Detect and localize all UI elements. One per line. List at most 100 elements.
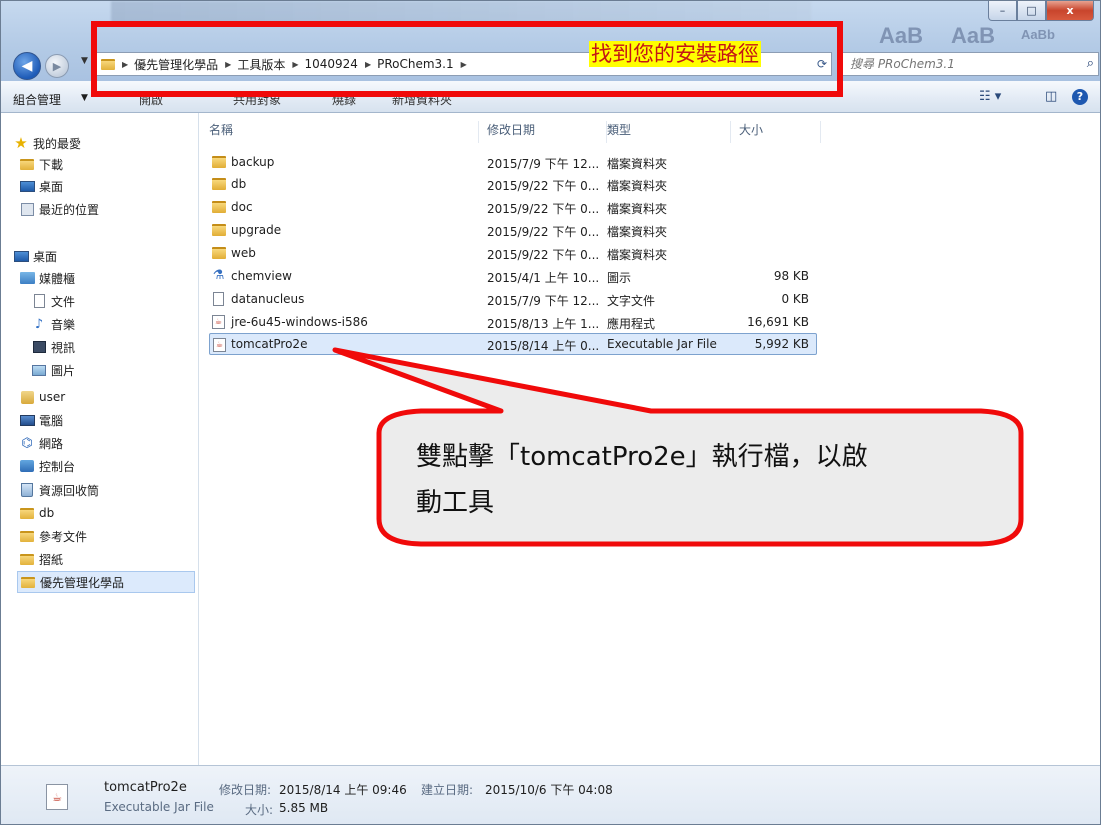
preview-pane-icon[interactable]: ◫ bbox=[1045, 89, 1057, 104]
details-pane: ☕ tomcatPro2e Executable Jar File 修改日期: … bbox=[1, 765, 1100, 824]
file-type: 檔案資料夾 bbox=[607, 225, 668, 239]
star-icon: ★ bbox=[14, 134, 28, 152]
search-icon[interactable]: ⌕ bbox=[1087, 56, 1094, 71]
network-icon: ⌬ bbox=[21, 435, 33, 451]
close-button[interactable]: x bbox=[1046, 1, 1094, 21]
ghost-text-b: AaB bbox=[951, 23, 996, 48]
file-row-jre[interactable]: ☕ jre-6u45-windows-i586 2015/8/13 上午 1..… bbox=[209, 311, 817, 333]
details-created-label: 建立日期: bbox=[421, 783, 474, 797]
nav-item-control-panel[interactable]: 控制台 bbox=[19, 455, 75, 477]
java-installer-icon: ☕ bbox=[212, 314, 225, 329]
breadcrumb-separator-icon[interactable]: ▶ bbox=[365, 60, 371, 69]
file-row-datanucleus[interactable]: datanucleus 2015/7/9 下午 12... 文字文件 0 KB bbox=[209, 288, 817, 310]
file-modified: 2015/8/14 上午 0... bbox=[487, 339, 600, 353]
breadcrumb-separator-icon[interactable]: ▶ bbox=[461, 60, 467, 69]
nav-item-downloads[interactable]: 下載 bbox=[19, 153, 63, 175]
organize-menu[interactable]: 組合管理 bbox=[13, 91, 61, 108]
details-created-value: 2015/10/6 下午 04:08 bbox=[485, 783, 613, 797]
file-modified: 2015/9/22 下午 0... bbox=[487, 225, 600, 239]
nav-item-recycle-bin[interactable]: 資源回收筒 bbox=[19, 479, 99, 501]
nav-item-favorites[interactable]: ★ 我的最愛 bbox=[13, 132, 81, 154]
callout-line-1: 雙點擊「tomcatPro2e」執行檔，以啟 bbox=[416, 442, 868, 472]
install-path-annotation: 找到您的安裝路徑 bbox=[589, 41, 761, 67]
search-input[interactable] bbox=[848, 56, 1072, 72]
file-modified: 2015/4/1 上午 10... bbox=[487, 271, 600, 285]
file-row-tomcatpro2e[interactable]: ☕ tomcatPro2e 2015/8/14 上午 0... Executab… bbox=[209, 333, 817, 355]
video-icon bbox=[32, 341, 46, 353]
forward-button[interactable]: ▶ bbox=[45, 54, 69, 78]
column-header-modified[interactable]: 修改日期 bbox=[487, 121, 607, 143]
breadcrumb-separator-icon[interactable]: ▶ bbox=[122, 60, 128, 69]
file-size: 16,691 KB bbox=[747, 315, 809, 329]
file-type: Executable Jar File bbox=[607, 337, 717, 351]
nav-item-documents[interactable]: 文件 bbox=[31, 290, 75, 312]
help-icon[interactable]: ? bbox=[1072, 89, 1088, 105]
nav-item-videos[interactable]: 視訊 bbox=[31, 336, 75, 358]
explorer-window: AaB AaB AaBb – □ x ◀ ▶ ▼ ▶ 優先管理化學品 ▶ 工具版… bbox=[0, 0, 1101, 825]
recent-places-icon bbox=[20, 202, 34, 216]
breadcrumb-item-version[interactable]: 1040924 bbox=[305, 57, 358, 71]
minimize-button[interactable]: – bbox=[988, 1, 1017, 21]
organize-dropdown-icon[interactable]: ▼ bbox=[81, 93, 88, 103]
breadcrumb-separator-icon[interactable]: ▶ bbox=[225, 60, 231, 69]
nav-item-computer[interactable]: 電腦 bbox=[19, 409, 63, 431]
burn-button[interactable]: 燒錄 bbox=[332, 91, 356, 108]
column-header-size[interactable]: 大小 bbox=[739, 121, 821, 143]
file-name: datanucleus bbox=[231, 292, 305, 306]
computer-icon bbox=[19, 414, 35, 426]
view-options-icon[interactable]: ☷ ▾ bbox=[979, 89, 1001, 104]
maximize-button[interactable]: □ bbox=[1017, 1, 1046, 21]
folder-icon bbox=[20, 553, 34, 565]
column-header-type[interactable]: 類型 bbox=[607, 121, 731, 143]
folder-icon bbox=[20, 530, 34, 542]
details-modified-label: 修改日期: bbox=[219, 783, 272, 797]
share-menu[interactable]: 共用對象 bbox=[233, 91, 281, 108]
nav-item-pictures[interactable]: 圖片 bbox=[31, 359, 75, 381]
file-name: tomcatPro2e bbox=[231, 337, 308, 351]
nav-item-libraries[interactable]: 媒體櫃 bbox=[19, 267, 75, 289]
recent-pages-dropdown[interactable]: ▼ bbox=[81, 56, 88, 66]
file-name: db bbox=[231, 177, 247, 191]
search-box[interactable]: ⌕ bbox=[837, 52, 1099, 76]
nav-item-desktop[interactable]: 桌面 bbox=[13, 245, 57, 267]
file-name: doc bbox=[231, 200, 253, 214]
new-folder-button[interactable]: 新增資料夾 bbox=[392, 91, 452, 108]
nav-item-music[interactable]: ♪ 音樂 bbox=[31, 313, 75, 335]
file-type: 圖示 bbox=[607, 271, 632, 285]
breadcrumb-item-tools[interactable]: 工具版本 bbox=[237, 56, 285, 73]
file-name: backup bbox=[231, 155, 275, 169]
nav-item-scrap[interactable]: 摺紙 bbox=[19, 548, 63, 570]
file-modified: 2015/9/22 下午 0... bbox=[487, 202, 600, 216]
open-menu[interactable]: 開啟 bbox=[139, 91, 163, 108]
column-header-name[interactable]: 名稱 bbox=[209, 121, 479, 143]
nav-item-db[interactable]: db bbox=[19, 502, 54, 524]
nav-item-desktop-fav[interactable]: 桌面 bbox=[19, 175, 63, 197]
breadcrumb-item-priority[interactable]: 優先管理化學品 bbox=[134, 56, 218, 73]
breadcrumb-separator-icon[interactable]: ▶ bbox=[292, 60, 298, 69]
libraries-icon bbox=[19, 272, 35, 284]
file-row-db[interactable]: db 2015/9/22 下午 0... 檔案資料夾 bbox=[209, 173, 817, 195]
breadcrumb-item-prochem[interactable]: PRoChem3.1 bbox=[377, 57, 454, 71]
ghost-text-a: AaB bbox=[879, 23, 924, 48]
file-row-doc[interactable]: doc 2015/9/22 下午 0... 檔案資料夾 bbox=[209, 196, 817, 218]
navigation-pane: ★ 我的最愛 下載 桌面 最近的位置 桌面 媒體櫃 文件 ♪ 音樂 視訊 圖片 u bbox=[1, 113, 199, 765]
nav-item-network[interactable]: ⌬ 網路 bbox=[19, 432, 63, 454]
user-folder-icon bbox=[20, 390, 34, 404]
callout-text: 雙點擊「tomcatPro2e」執行檔，以啟 動工具 bbox=[416, 434, 996, 526]
nav-item-priority-chemicals[interactable]: 優先管理化學品 bbox=[17, 571, 195, 593]
nav-item-recent[interactable]: 最近的位置 bbox=[19, 198, 99, 220]
file-type: 文字文件 bbox=[607, 294, 656, 308]
refresh-icon[interactable]: ⟳ bbox=[817, 57, 827, 71]
file-row-upgrade[interactable]: upgrade 2015/9/22 下午 0... 檔案資料夾 bbox=[209, 219, 817, 241]
nav-item-ref-docs[interactable]: 參考文件 bbox=[19, 525, 87, 547]
file-row-chemview[interactable]: ⚗ chemview 2015/4/1 上午 10... 圖示 98 KB bbox=[209, 265, 817, 287]
folder-icon bbox=[211, 155, 226, 168]
file-modified: 2015/7/9 下午 12... bbox=[487, 157, 600, 171]
jar-file-icon: ☕ bbox=[213, 337, 226, 352]
file-row-web[interactable]: web 2015/9/22 下午 0... 檔案資料夾 bbox=[209, 242, 817, 264]
back-button[interactable]: ◀ bbox=[13, 52, 41, 80]
file-row-backup[interactable]: backup 2015/7/9 下午 12... 檔案資料夾 bbox=[209, 151, 817, 173]
details-modified-value: 2015/8/14 上午 09:46 bbox=[279, 783, 407, 797]
nav-item-user[interactable]: user bbox=[19, 386, 65, 408]
file-type: 檔案資料夾 bbox=[607, 179, 668, 193]
